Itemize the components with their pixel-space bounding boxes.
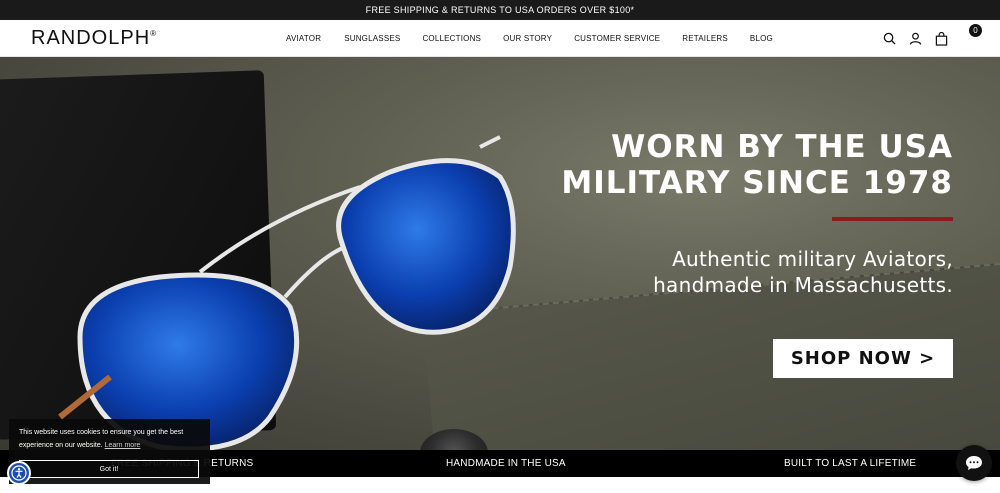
brand-mark: ® — [150, 29, 158, 38]
feature-lifetime: BUILT TO LAST A LIFETIME — [784, 458, 917, 469]
hero-title: WORN BY THE USA MILITARY SINCE 1978 — [561, 129, 953, 201]
nav-item-our-story[interactable]: OUR STORY — [503, 34, 552, 43]
hero-subtitle: Authentic military Aviators, handmade in… — [653, 246, 953, 298]
nav-item-aviator[interactable]: AVIATOR — [286, 34, 321, 43]
cookie-text: This website uses cookies to ensure you … — [19, 429, 184, 449]
chat-icon[interactable] — [956, 445, 992, 481]
hero-title-line-2: MILITARY SINCE 1978 — [561, 165, 953, 201]
nav-item-sunglasses[interactable]: SUNGLASSES — [344, 34, 400, 43]
nav-item-customer-service[interactable]: CUSTOMER SERVICE — [574, 34, 660, 43]
cart-count-badge: 0 — [969, 23, 982, 37]
hero-subtitle-line-2: handmade in Massachusetts. — [653, 273, 953, 297]
search-icon[interactable] — [883, 32, 896, 45]
accessibility-icon[interactable] — [7, 461, 31, 485]
nav-item-blog[interactable]: BLOG — [750, 34, 773, 43]
site-header: RANDOLPH® AVIATOR SUNGLASSES COLLECTIONS… — [0, 20, 1000, 57]
shop-now-button[interactable]: SHOP NOW > — [773, 339, 953, 378]
user-icon[interactable] — [909, 32, 922, 45]
brand-name: RANDOLPH — [31, 27, 151, 49]
hero-subtitle-line-1: Authentic military Aviators, — [672, 247, 953, 271]
brand-logo[interactable]: RANDOLPH® — [31, 27, 157, 50]
hero-banner[interactable]: WORN BY THE USA MILITARY SINCE 1978 Auth… — [0, 57, 1000, 450]
header-icons: 0 — [870, 20, 982, 57]
cookie-accept-button[interactable]: Got it! — [19, 460, 199, 478]
cookie-learn-more-link[interactable]: Learn more — [105, 442, 141, 449]
hero-accent-rule — [832, 217, 953, 221]
announcement-bar: FREE SHIPPING & RETURNS TO USA ORDERS OV… — [0, 0, 1000, 20]
announcement-text: FREE SHIPPING & RETURNS TO USA ORDERS OV… — [365, 5, 635, 15]
aviator-sunglasses-image — [58, 135, 516, 450]
feature-handmade: HANDMADE IN THE USA — [446, 458, 566, 469]
main-nav: AVIATOR SUNGLASSES COLLECTIONS OUR STORY… — [286, 20, 795, 57]
nav-item-collections[interactable]: COLLECTIONS — [422, 34, 481, 43]
nav-item-retailers[interactable]: RETAILERS — [682, 34, 728, 43]
hero-title-line-1: WORN BY THE USA — [611, 129, 953, 165]
shopping-bag-icon[interactable]: 0 — [935, 23, 982, 46]
cookie-banner: This website uses cookies to ensure you … — [9, 419, 210, 484]
